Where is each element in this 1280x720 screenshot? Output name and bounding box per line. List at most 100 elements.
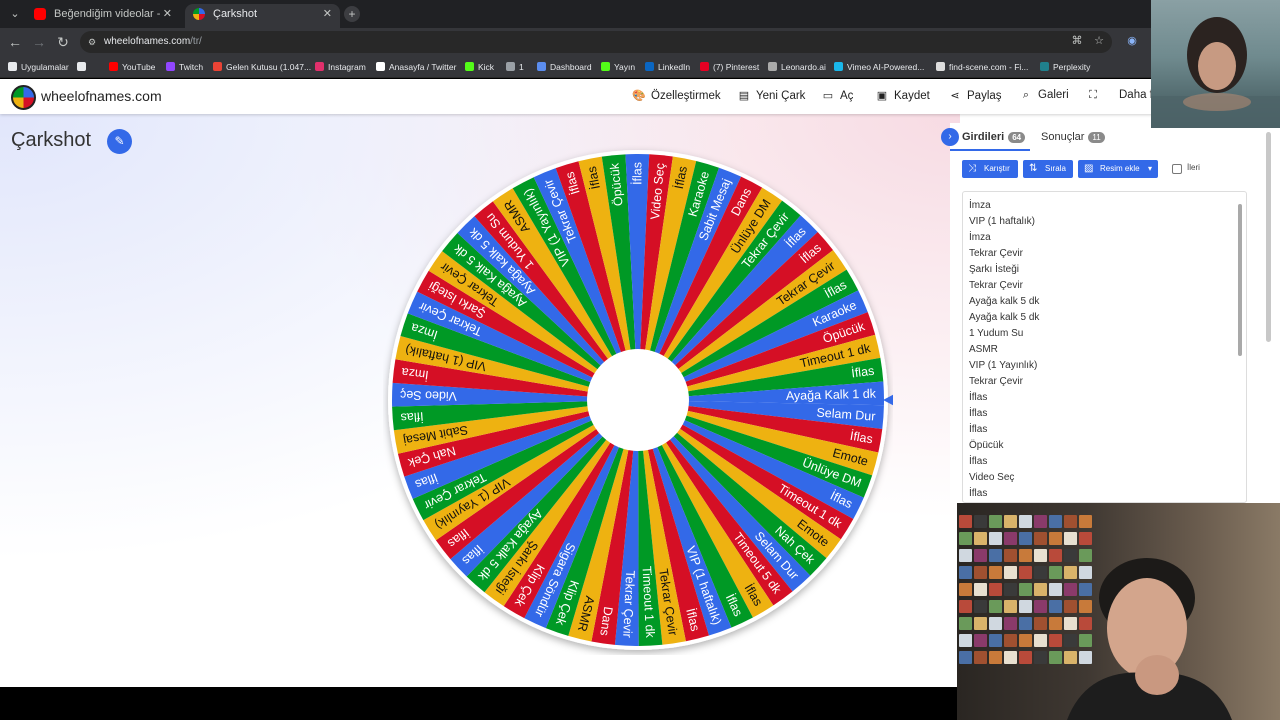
bookmark-label: Dashboard [550,62,592,72]
bookmark-label: Perplexity [1053,62,1091,72]
bookmark-favicon-icon [8,62,17,71]
entry-line[interactable]: Şarkı İsteği [963,262,1246,278]
close-icon[interactable]: ✕ [323,4,332,24]
bookmark-item[interactable]: find-scene.com - Fi... [936,59,1028,75]
entry-line[interactable]: Video Seç [963,470,1246,486]
entry-line[interactable]: Ayağa kalk 5 dk [963,294,1246,310]
advanced-checkbox[interactable] [1172,164,1182,174]
nav-new-wheel[interactable]: ▤ Yeni Çark [737,89,806,102]
nav-fullscreen[interactable]: ⛶ [1086,89,1105,102]
entry-line[interactable]: Ayağa kalk 5 dk [963,310,1246,326]
collapse-sidebar-icon[interactable]: › [941,128,959,146]
bookmark-item[interactable]: Instagram [315,59,366,75]
entry-line[interactable]: İflas [963,486,1246,502]
entry-line[interactable]: Tekrar Çevir [963,374,1246,390]
nav-gallery[interactable]: ⌕ Galeri [1019,89,1069,102]
bookmark-item[interactable]: Anasayfa / Twitter [376,59,456,75]
bookmark-label: YouTube [122,62,156,72]
forward-arrow-icon[interactable]: → [30,33,48,51]
bookmark-item[interactable] [77,59,90,75]
share-icon: ⋖ [950,90,960,102]
entries-scrollbar[interactable] [1238,204,1242,356]
translate-icon[interactable]: ⌘ [1069,33,1085,49]
entries-textarea[interactable]: İmza VIP (1 haftalık) İmza Tekrar Çevir Şark… [962,191,1247,503]
spin-wheel[interactable]: Selam DurİflasEmoteÜnlüye DMİflasTimeout… [383,145,893,655]
bookmark-label: Leonardo.ai [781,62,826,72]
entry-line[interactable]: VIP (1 haftalık) [963,214,1246,230]
close-icon[interactable]: ✕ [163,4,172,24]
wheel-segment-label: Video Seç [400,388,457,403]
bookmark-item[interactable]: Kick [465,59,494,75]
browser-toolbar: ← → ↻ ⚙ wheelofnames.com/tr/ ⌘ ☆ ◉ [0,28,1280,56]
bookmark-item[interactable]: Leonardo.ai [768,59,826,75]
entry-line[interactable]: İflas [963,390,1246,406]
entry-line[interactable]: Tekrar Çevir [963,246,1246,262]
page-scrollbar[interactable] [1266,132,1271,342]
image-icon: ▨ [1084,163,1094,174]
shuffle-button[interactable]: ⤨ Karıştır [962,160,1018,178]
nav-customize[interactable]: 🎨 Özelleştirmek [632,89,721,102]
bookmark-item[interactable]: YouTube [109,59,155,75]
wheel-logo-icon[interactable] [11,85,36,110]
wheel-segment-label: İflas [400,409,424,425]
bookmark-label: Instagram [328,62,366,72]
results-count-badge: 11 [1088,132,1105,143]
nav-save[interactable]: ▣ Kaydet [875,89,930,102]
bookmark-label: (7) Pinterest [713,62,760,72]
entry-line[interactable]: ASMR [963,342,1246,358]
entry-line[interactable]: İflas [963,422,1246,438]
wheel-favicon-icon [193,8,205,20]
edit-title-button[interactable]: ✎ [107,129,132,154]
new-tab-button[interactable]: + [344,6,360,22]
bookmark-item[interactable]: Twitch [166,59,203,75]
pencil-icon: ✎ [114,134,125,148]
advanced-label: İleri [1187,163,1200,172]
bookmark-label: Twitch [179,62,204,72]
chevron-down-icon[interactable]: ⌄ [6,5,24,23]
bookmark-item[interactable]: 1 [506,59,524,75]
nav-open[interactable]: ▭ Aç [821,89,854,102]
entry-line[interactable]: İmza [963,230,1246,246]
tab-entries[interactable]: Girdileri 64 [962,131,1026,143]
entry-line[interactable]: İflas [963,406,1246,422]
entry-line[interactable]: 1 Yudum Su [963,326,1246,342]
bookmark-item[interactable]: Yayın [601,59,635,75]
fullscreen-icon: ⛶ [1089,89,1097,101]
bookmark-item[interactable]: LinkedIn [645,59,690,75]
bookmark-item[interactable]: (7) Pinterest [700,59,759,75]
bookmark-item[interactable]: Dashboard [537,59,592,75]
entries-list: İmza VIP (1 haftalık) İmza Tekrar Çevir Şark… [963,192,1246,502]
reload-icon[interactable]: ↻ [54,33,72,51]
site-info-icon[interactable]: ⚙ [88,36,100,48]
entry-line[interactable]: Öpücük [963,438,1246,454]
nav-share[interactable]: ⋖ Paylaş [948,89,1001,102]
site-header: wheelofnames.com 🎨 Özelleştirmek ▤ Yeni Ça… [0,79,1280,114]
youtube-favicon-icon [34,8,46,20]
browser-tab-youtube[interactable]: Beğendiğim videolar - YouTube ✕ [26,4,180,40]
tab-results[interactable]: Sonuçlar 11 [1041,131,1105,143]
entry-line[interactable]: İflas [963,454,1246,470]
bookmark-item[interactable]: Uygulamalar [8,59,69,75]
bookmark-item[interactable]: Perplexity [1040,59,1090,75]
audio-playing-icon[interactable]: ◉ [1124,33,1140,49]
bookmark-star-icon[interactable]: ☆ [1091,33,1107,49]
entry-line[interactable]: Tekrar Çevir [963,278,1246,294]
bookmark-favicon-icon [315,62,324,71]
bookmark-favicon-icon [465,62,474,71]
browser-tab-carkshot[interactable]: Çarkshot ✕ [185,4,340,28]
address-bar[interactable]: ⚙ wheelofnames.com/tr/ [80,31,1112,53]
back-arrow-icon[interactable]: ← [6,33,24,51]
bookmark-favicon-icon [645,62,654,71]
bookmark-item[interactable]: Gelen Kutusu (1.047... [213,59,311,75]
bookmark-favicon-icon [834,62,843,71]
new-file-icon: ▤ [738,90,750,102]
wheel-center[interactable] [587,349,689,451]
webcam-overlay-bottom [957,503,1280,720]
sort-button[interactable]: ⇅ Sırala [1023,160,1073,178]
add-image-button[interactable]: ▨ Resim ekle ▾ [1078,160,1158,178]
bookmark-item[interactable]: Vimeo AI-Powered... [834,59,924,75]
entry-line[interactable]: İmza [963,198,1246,214]
entry-line[interactable]: VIP (1 Yayınlık) [963,358,1246,374]
site-name[interactable]: wheelofnames.com [41,88,162,104]
bookmark-label: Kick [478,62,495,72]
